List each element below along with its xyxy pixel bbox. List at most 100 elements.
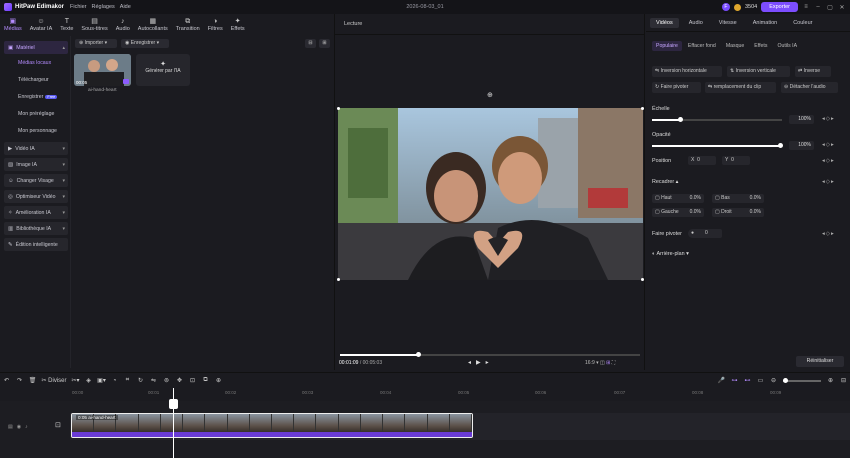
magnet-icon[interactable]: ⊷: [741, 377, 754, 384]
resize-handle-tr[interactable]: [641, 107, 644, 110]
menu-icon[interactable]: ≡: [802, 4, 810, 10]
opacity-value[interactable]: 100%: [789, 141, 814, 150]
audio-icon[interactable]: ♪: [25, 424, 32, 430]
aspect-ratio-select[interactable]: 16:9 ▾ ◫ ⊞ ⛶: [585, 360, 615, 366]
nav-materiel[interactable]: ▣ Matériel ▴: [4, 41, 68, 54]
freeze-icon[interactable]: ▣▾: [95, 377, 108, 384]
minimize-icon[interactable]: –: [814, 4, 822, 10]
subtab-effets[interactable]: Effets: [750, 41, 771, 51]
tab-texte[interactable]: T Texte: [56, 14, 77, 36]
nav-enregistrer[interactable]: Enregistrer Free: [4, 88, 68, 105]
crop-top-field[interactable]: ▢ Haut 0.0%: [652, 194, 704, 203]
grid-view-icon[interactable]: ⊟: [305, 39, 316, 48]
flip-horizontal-button[interactable]: ⇋ Inversion horizontale: [652, 66, 722, 77]
resize-handle-bl[interactable]: [337, 278, 340, 281]
tab-videos[interactable]: Vidéos: [650, 17, 679, 28]
keyframe-icon[interactable]: ◂◇▸: [822, 142, 835, 148]
menu-fichier[interactable]: Fichier: [70, 4, 87, 10]
sort-icon[interactable]: ⊞: [319, 39, 330, 48]
resize-handle-tl[interactable]: [337, 107, 340, 110]
prev-frame-icon[interactable]: ◂: [468, 360, 476, 366]
lock-icon[interactable]: ▤: [8, 424, 17, 430]
maximize-icon[interactable]: ▢: [826, 4, 834, 11]
crop-section[interactable]: Recadrer ▴: [652, 179, 678, 185]
visibility-icon[interactable]: ◉: [17, 424, 25, 430]
user-avatar[interactable]: F: [721, 3, 730, 11]
rotate-handle-icon[interactable]: ⊕: [487, 91, 493, 99]
scale-value[interactable]: 100%: [789, 115, 814, 124]
tab-sous-titres[interactable]: ▤ Sous-titres: [77, 14, 111, 36]
reverse-button[interactable]: ⇄ Inverse: [795, 66, 831, 77]
nav-changer-visage[interactable]: ☺ Changer Visage ▾: [4, 174, 68, 187]
export-button[interactable]: Exporter: [761, 2, 798, 12]
nav-optimiseur[interactable]: ◎ Optimiseur Vidéo ▾: [4, 190, 68, 203]
snapshot-icon[interactable]: ◫: [600, 360, 605, 366]
nav-mon-preglage[interactable]: Mon préréglage: [4, 105, 68, 122]
position-x-field[interactable]: X 0: [688, 156, 716, 165]
subtab-outils-ia[interactable]: Outils IA: [773, 41, 801, 51]
slider-knob[interactable]: [678, 117, 683, 122]
menu-aide[interactable]: Aide: [120, 4, 131, 10]
keyframe-icon[interactable]: ◂◇▸: [822, 231, 835, 237]
generate-ai-button[interactable]: ✦ Générer par l'IA: [136, 54, 190, 86]
tab-transition[interactable]: ⧉ Transition: [172, 14, 204, 36]
nav-medias-locaux[interactable]: Médias locaux: [4, 54, 68, 71]
tab-filtres[interactable]: ◑ Filtres: [204, 14, 227, 36]
fit-icon[interactable]: ⊟: [837, 377, 850, 384]
track-icon[interactable]: ▭: [754, 377, 767, 384]
video-clip[interactable]: 0:05 ai-hand-heart: [71, 413, 473, 438]
tab-effets[interactable]: ✦ Effets: [227, 14, 249, 36]
move-icon[interactable]: ✥: [173, 377, 186, 384]
stabilize-icon[interactable]: ⊚: [160, 377, 173, 384]
track-thumbnail-icon[interactable]: ⊡: [55, 421, 61, 429]
tab-medias[interactable]: ▣ Médias: [0, 14, 26, 36]
keyframe-icon[interactable]: ◂◇▸: [822, 179, 835, 185]
reset-button[interactable]: Réinitialiser: [796, 356, 844, 367]
nav-edition[interactable]: ✎ Édition intelligente: [4, 238, 68, 251]
close-icon[interactable]: ✕: [838, 4, 846, 11]
timeline-ruler[interactable]: 00:00 00:01 00:02 00:03 00:04 00:05 00:0…: [0, 389, 850, 401]
record-button[interactable]: ◉ Enregistrer ▾: [121, 39, 169, 48]
rotate-button[interactable]: ↻ Faire pivoter: [652, 82, 701, 93]
media-thumbnail[interactable]: 00:05: [74, 54, 131, 86]
link-icon[interactable]: ⊶: [728, 377, 741, 384]
replace-clip-button[interactable]: ⇆ remplacement du clip: [705, 82, 776, 93]
delete-icon[interactable]: 🗑: [26, 377, 39, 384]
background-toggle[interactable]: ◐ Arrière-plan ▾: [652, 251, 689, 257]
nav-bibliotheque[interactable]: ▥ Bibliothèque IA ▾: [4, 222, 68, 235]
redo-icon[interactable]: ↷: [13, 377, 26, 384]
tab-couleur[interactable]: Couleur: [787, 18, 818, 28]
nav-video-ia[interactable]: ▶ Vidéo IA ▾: [4, 142, 68, 155]
tab-avatar-ia[interactable]: ☺ Avatar IA: [26, 14, 57, 36]
tab-audio-props[interactable]: Audio: [683, 18, 709, 28]
split-button[interactable]: ✂ Diviser: [39, 377, 69, 384]
crop-icon[interactable]: ⌗: [121, 377, 134, 384]
opacity-slider[interactable]: [652, 143, 783, 148]
crop-right-field[interactable]: ▢ Droit 0.0%: [712, 208, 764, 217]
playhead-handle[interactable]: [169, 399, 178, 409]
tab-vitesse[interactable]: Vitesse: [713, 18, 743, 28]
scale-slider[interactable]: [652, 117, 782, 122]
text-to-video-icon[interactable]: ⊡: [186, 377, 199, 384]
crop-left-field[interactable]: ▢ Gauche 0.0%: [652, 208, 704, 217]
position-y-field[interactable]: Y 0: [722, 156, 750, 165]
zoom-out-icon[interactable]: ⊖: [767, 377, 780, 384]
menu-reglages[interactable]: Réglages: [92, 4, 115, 10]
cut-options-icon[interactable]: ✂▾: [69, 377, 82, 384]
detach-audio-button[interactable]: ⊖ Détacher l'audio: [781, 82, 838, 93]
zoom-slider[interactable]: [783, 377, 821, 383]
slider-knob[interactable]: [778, 143, 783, 148]
marker-icon[interactable]: ◈: [82, 377, 95, 384]
zoom-in-icon[interactable]: ⊕: [824, 377, 837, 384]
next-frame-icon[interactable]: ▸: [486, 360, 494, 366]
progress-knob[interactable]: [416, 352, 421, 357]
fullscreen-icon[interactable]: ⛶: [612, 360, 616, 366]
nav-amelioration[interactable]: ✧ Amélioration IA ▾: [4, 206, 68, 219]
nav-telechargeur[interactable]: Téléchargeur: [4, 71, 68, 88]
keyframe-icon[interactable]: ◂◇▸: [822, 158, 835, 164]
rotate-icon[interactable]: ↻: [134, 377, 147, 384]
undo-icon[interactable]: ↶: [0, 377, 13, 384]
crop-bottom-field[interactable]: ▢ Bas 0.0%: [712, 194, 764, 203]
play-icon[interactable]: ▶: [476, 360, 486, 366]
subtab-masque[interactable]: Masque: [722, 41, 748, 51]
